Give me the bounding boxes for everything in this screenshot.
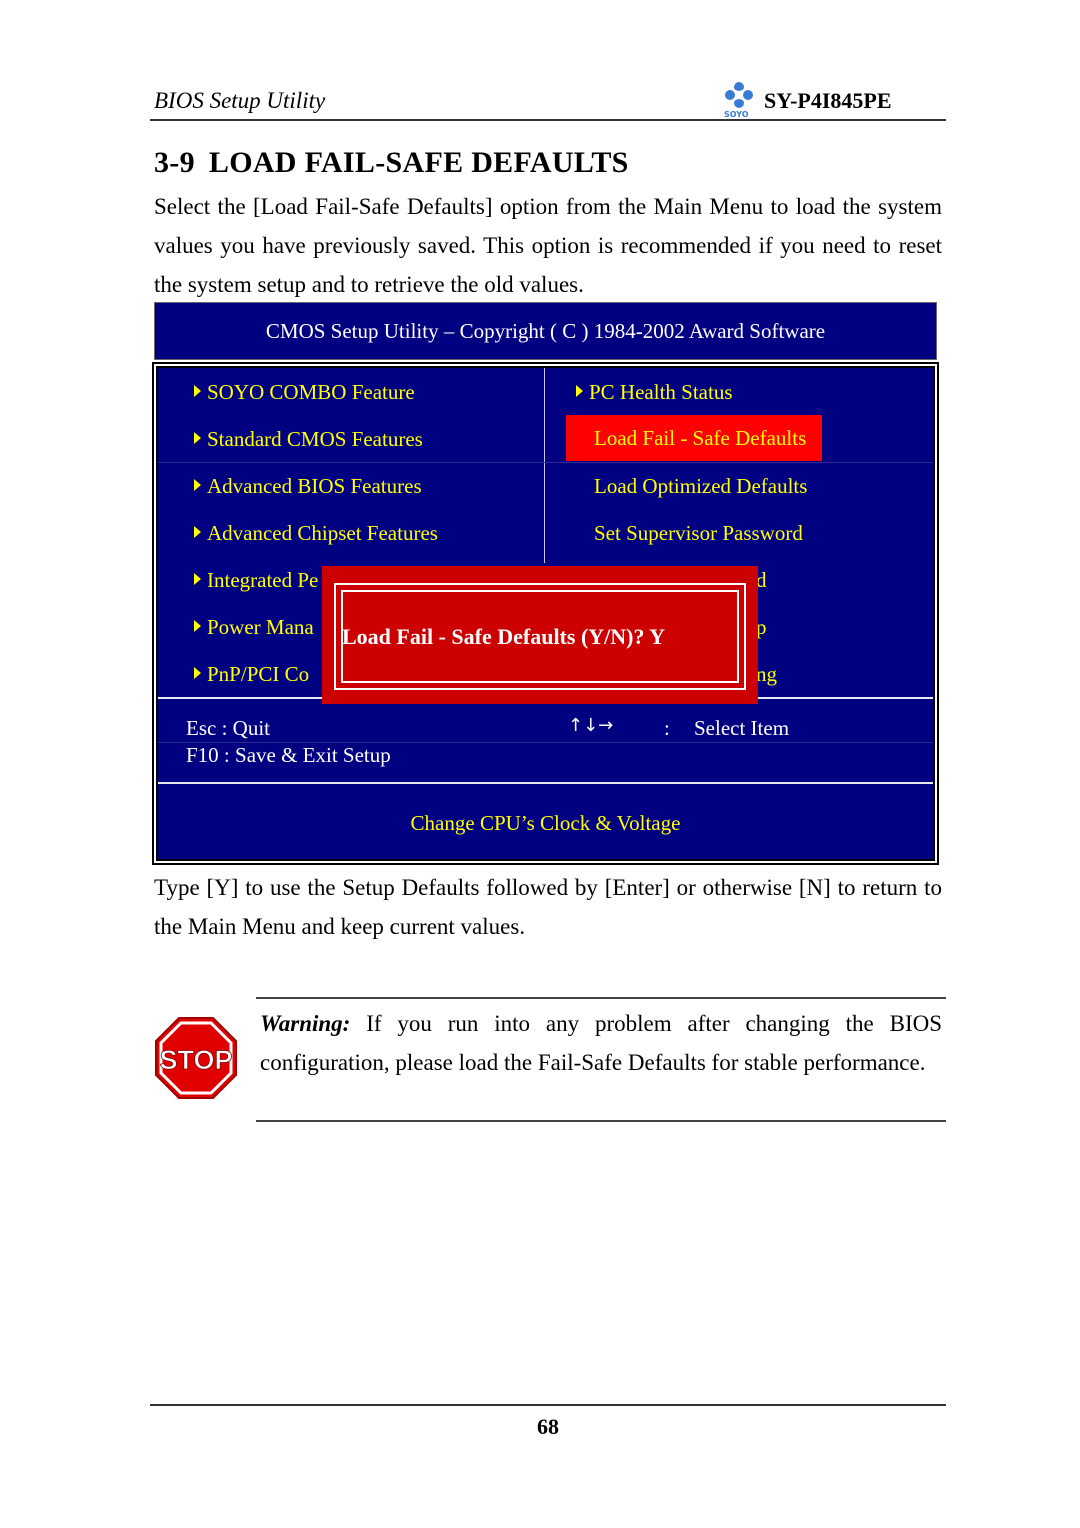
column-divider [544,368,545,563]
intro-paragraph: Select the [Load Fail-Safe Defaults] opt… [154,194,942,297]
section-number: 3-9 [154,146,195,179]
submenu-arrow-icon [194,385,201,397]
menu-item-soyo-combo[interactable]: SOYO COMBO Feature [194,380,415,405]
section-title-text: LOAD FAIL-SAFE DEFAULTS [208,146,629,179]
arrow-keys-icon: ↑↓→ [568,715,614,736]
key-colon: : [664,716,670,740]
submenu-arrow-icon [194,620,201,632]
warning-text: Warning: If you run into any problem aft… [260,1004,942,1082]
submenu-arrow-icon [194,479,201,491]
item-help-hint: Change CPU’s Clock & Voltage [410,811,681,835]
model-name: SY-P4I845PE [764,88,892,113]
warning-top-rule [256,997,946,999]
warning-label: Warning: [260,1011,351,1036]
bios-caption: CMOS Setup Utility – Copyright ( C ) 198… [265,319,826,343]
keys-hint-divider [158,782,933,784]
header-divider [150,119,946,121]
section-heading: 3-9 LOAD FAIL-SAFE DEFAULTS [154,146,629,180]
menu-item-exit-without-saving-partial[interactable]: ng [756,662,777,687]
instructions-paragraph: Type [Y] to use the Setup Defaults follo… [154,875,942,939]
running-header-title: BIOS Setup Utility [154,88,326,113]
key-esc-quit: Esc : Quit [186,716,270,740]
menu-item-load-optimized[interactable]: Load Optimized Defaults [594,474,807,499]
submenu-arrow-icon [194,573,201,585]
footer-divider [150,1404,946,1406]
logo-text: SOYO [724,110,749,119]
submenu-arrow-icon [576,385,583,397]
submenu-arrow-icon [194,432,201,444]
key-f10-save-exit: F10 : Save & Exit Setup [186,743,391,767]
confirm-dialog[interactable]: Load Fail - Safe Defaults (Y/N)? Y [322,566,758,704]
dialog-prompt[interactable]: Load Fail - Safe Defaults (Y/N)? Y [342,624,665,650]
submenu-arrow-icon [194,667,201,679]
warning-bottom-rule [256,1120,946,1122]
menu-item-advanced-bios[interactable]: Advanced BIOS Features [194,474,422,499]
row-separator [158,462,933,463]
menu-item-power-management[interactable]: Power Mana [194,615,314,640]
menu-item-load-fail-safe-selected[interactable]: Load Fail - Safe Defaults [566,415,822,461]
submenu-arrow-icon [194,526,201,538]
menu-item-pc-health[interactable]: PC Health Status [576,380,733,405]
soyo-logo-icon: SOYO [724,82,753,119]
bios-title-bar: CMOS Setup Utility – Copyright ( C ) 198… [154,302,937,360]
warning-body: If you run into any problem after changi… [260,1011,942,1075]
menu-item-standard-cmos[interactable]: Standard CMOS Features [194,427,423,452]
stop-sign-icon: STOP [155,1017,237,1099]
menu-item-supervisor-password[interactable]: Set Supervisor Password [594,521,803,546]
stop-text: STOP [159,1045,232,1075]
menu-item-pnp-pci[interactable]: PnP/PCI Co [194,662,309,687]
menu-item-advanced-chipset[interactable]: Advanced Chipset Features [194,521,438,546]
key-select-item: Select Item [694,716,790,740]
page-number: 68 [537,1414,559,1439]
menu-item-integrated-peripherals[interactable]: Integrated Pe [194,568,318,593]
